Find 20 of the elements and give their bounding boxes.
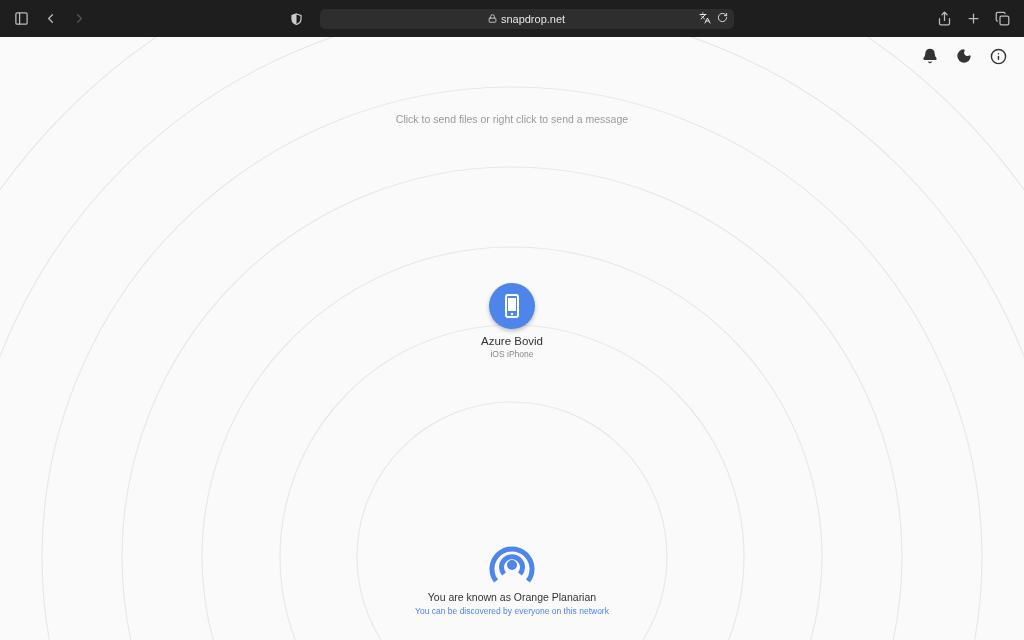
reload-icon[interactable] <box>716 11 728 23</box>
phone-icon <box>505 294 519 318</box>
info-button[interactable] <box>990 48 1008 66</box>
notification-button[interactable] <box>922 48 940 66</box>
peer-name: Azure Bovid <box>481 335 543 347</box>
shield-icon[interactable] <box>290 12 302 25</box>
peer-device: iOS iPhone <box>490 349 534 359</box>
instruction-text: Click to send files or right click to send a message <box>395 113 629 125</box>
url-text: snapdrop.net <box>500 12 566 25</box>
peer-avatar-button[interactable] <box>489 283 535 329</box>
tabs-icon[interactable] <box>995 11 1010 26</box>
translate-icon[interactable] <box>698 11 711 24</box>
discovery-text: You can be discovered by everyone on this network <box>415 606 609 616</box>
new-tab-icon[interactable] <box>966 11 981 26</box>
lock-icon <box>487 14 497 23</box>
share-icon[interactable] <box>937 11 952 26</box>
own-name-text: You are known as Orange Planarian <box>427 591 597 603</box>
address-bar[interactable]: snapdrop.net <box>319 8 734 29</box>
sidebar-icon[interactable] <box>14 11 29 26</box>
dark-mode-button[interactable] <box>956 48 974 66</box>
